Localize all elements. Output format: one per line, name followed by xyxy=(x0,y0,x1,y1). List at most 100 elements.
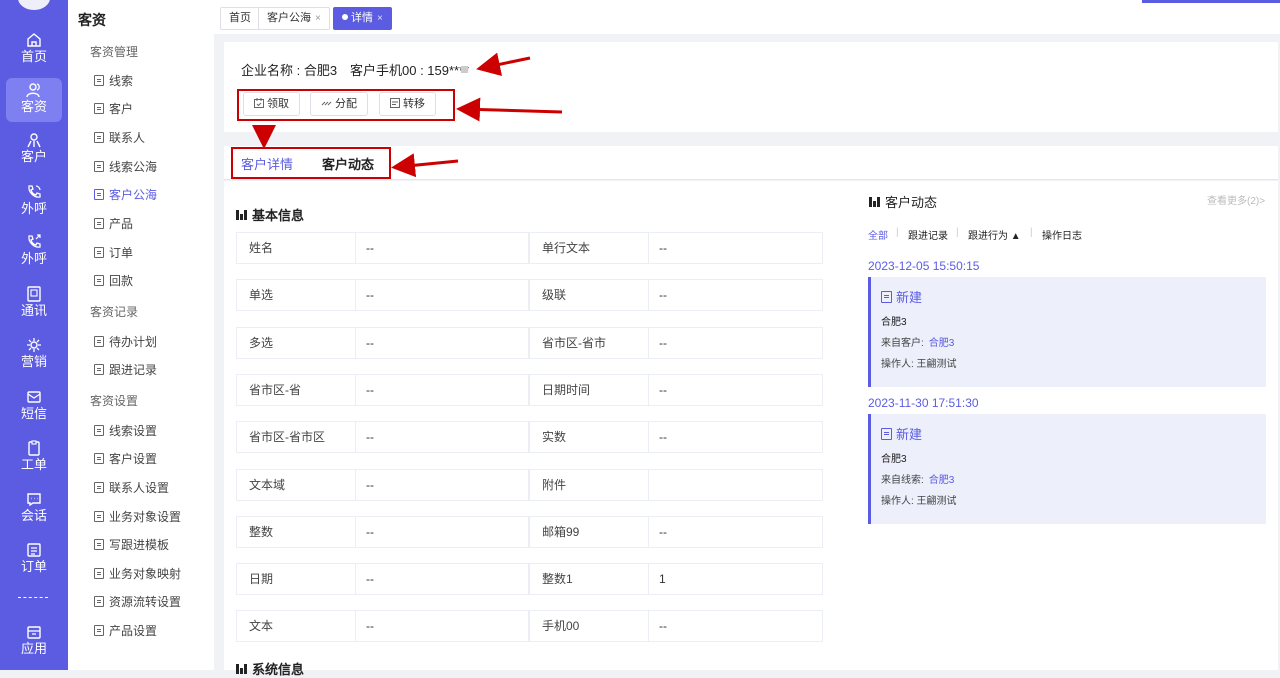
sidebar-item-lead-pool[interactable]: 线索公海 xyxy=(94,158,157,175)
system-info-title: 系统信息 xyxy=(236,659,304,678)
activity-source: 来自客户: 合肥3 xyxy=(881,334,954,349)
document-icon xyxy=(94,539,104,550)
rail-item-ticket[interactable]: 工单 xyxy=(6,436,62,480)
document-icon xyxy=(94,161,104,172)
sidebar-item-label: 联系人设置 xyxy=(109,481,170,495)
filter-followups[interactable]: 跟进记录 xyxy=(908,227,948,242)
close-icon[interactable]: × xyxy=(377,13,383,24)
tab-home[interactable]: 首页 xyxy=(220,7,260,30)
sidebar-item-followups[interactable]: 跟进记录 xyxy=(94,361,157,378)
rail-item-call-1[interactable]: 外呼 xyxy=(6,180,62,224)
customer-phone: 客户手机00 : 159**** xyxy=(350,63,470,78)
field-value: -- xyxy=(355,610,529,643)
rail-item-apps[interactable]: 应用 xyxy=(6,620,62,664)
rail-item-marketing[interactable]: 营销 xyxy=(6,333,62,377)
rail-label: 通讯 xyxy=(20,303,47,318)
sidebar-item-products[interactable]: 产品 xyxy=(94,215,133,232)
sidebar-item-contacts[interactable]: 联系人 xyxy=(94,129,145,146)
sidebar-item-lead-settings[interactable]: 线索设置 xyxy=(94,422,157,439)
rail-item-home[interactable]: 首页 xyxy=(6,28,62,72)
annotation-box-tabs xyxy=(231,147,391,179)
field-value: -- xyxy=(355,421,529,454)
rail-item-sms[interactable]: 短信 xyxy=(6,385,62,429)
document-icon xyxy=(94,511,104,522)
sidebar-item-label: 产品 xyxy=(109,217,134,231)
field-label: 省市区-省市区 xyxy=(236,421,356,454)
rail-divider xyxy=(18,597,48,599)
sidebar-item-contact-settings[interactable]: 联系人设置 xyxy=(94,479,169,496)
filter-logs[interactable]: 操作日志 xyxy=(1042,227,1082,242)
activity-source-link[interactable]: 合肥3 xyxy=(929,338,955,349)
section-title-text: 系统信息 xyxy=(252,662,305,677)
close-icon[interactable]: × xyxy=(315,13,321,24)
rail-label: 会话 xyxy=(20,508,47,523)
sidebar-item-label: 待办计划 xyxy=(109,335,158,349)
rail-item-contacts[interactable]: 通讯 xyxy=(6,282,62,326)
rail-item-customer[interactable]: 客户 xyxy=(6,128,62,172)
sidebar-item-label: 资源流转设置 xyxy=(109,595,182,609)
document-icon xyxy=(881,290,892,303)
ticket-icon xyxy=(28,440,40,456)
activity-type: 新建 xyxy=(881,424,922,443)
sidebar-item-resource-flow[interactable]: 资源流转设置 xyxy=(94,593,181,610)
activity-type-text: 新建 xyxy=(896,427,923,442)
filter-behavior[interactable]: 跟进行为 ▲ xyxy=(968,227,1021,242)
activity-name: 合肥3 xyxy=(881,454,907,465)
activity-source-label: 来自客户: xyxy=(881,338,924,349)
sidebar-item-customer-settings[interactable]: 客户设置 xyxy=(94,450,157,467)
field-label: 姓名 xyxy=(236,232,356,264)
field-label: 单行文本 xyxy=(529,232,649,264)
rail-item-leads[interactable]: 客资 xyxy=(6,78,62,122)
filter-divider: | xyxy=(956,227,959,238)
field-value: -- xyxy=(648,279,823,312)
document-icon xyxy=(94,596,104,607)
field-label: 整数1 xyxy=(529,563,649,596)
tab-customer-pool[interactable]: 客户公海 × xyxy=(258,7,330,30)
page-tabs-bar: 首页 客户公海 × 详情 × xyxy=(214,0,1280,34)
field-value: -- xyxy=(355,279,529,312)
marketing-icon xyxy=(27,338,41,352)
sidebar-item-customers[interactable]: 客户 xyxy=(94,100,133,117)
document-icon xyxy=(94,218,104,229)
sidebar-item-leads[interactable]: 线索 xyxy=(94,72,133,89)
tab-detail[interactable]: 详情 × xyxy=(333,7,392,30)
rail-item-order[interactable]: 订单 xyxy=(6,538,62,582)
order-icon xyxy=(27,543,41,557)
filter-divider: | xyxy=(896,227,899,238)
sidebar-item-customer-pool[interactable]: 客户公海 xyxy=(94,186,157,203)
sidebar-item-label: 写跟进模板 xyxy=(109,538,170,552)
sidebar-item-followup-template[interactable]: 写跟进模板 xyxy=(94,536,169,553)
activity-card: 新建 合肥3 来自线索: 合肥3 操作人: 王翩测试 xyxy=(868,414,1266,524)
sidebar-item-orders[interactable]: 订单 xyxy=(94,244,133,261)
filter-all[interactable]: 全部 xyxy=(868,227,888,242)
company-name: 企业名称 : 合肥3 xyxy=(241,63,338,78)
field-label: 附件 xyxy=(529,468,649,501)
activity-source-label: 来自线索: xyxy=(881,475,924,486)
sidebar-group-title: 客资管理 xyxy=(90,45,139,59)
field-label: 日期 xyxy=(236,563,356,596)
sidebar-group-title: 客资设置 xyxy=(90,394,139,408)
activity-source-link[interactable]: 合肥3 xyxy=(929,475,955,486)
rail-item-call-2[interactable]: 外呼 xyxy=(6,230,62,274)
sidebar-item-payments[interactable]: 回款 xyxy=(94,272,133,289)
reveal-phone-icon[interactable] xyxy=(461,66,468,73)
phone-call-icon xyxy=(28,185,41,198)
user-icon xyxy=(27,133,41,148)
sidebar-item-object-mapping[interactable]: 业务对象映射 xyxy=(94,565,181,582)
document-icon xyxy=(94,482,104,493)
sidebar-item-object-settings[interactable]: 业务对象设置 xyxy=(94,508,181,525)
document-icon xyxy=(94,336,104,347)
phone-out-icon xyxy=(28,234,41,248)
rail-label: 营销 xyxy=(20,354,47,369)
document-icon xyxy=(94,103,104,114)
document-icon xyxy=(94,75,104,86)
activity-source: 来自线索: 合肥3 xyxy=(881,471,954,486)
sidebar-item-todo[interactable]: 待办计划 xyxy=(94,333,157,350)
sidebar-item-product-settings[interactable]: 产品设置 xyxy=(94,622,157,639)
rail-item-chat[interactable]: 会话 xyxy=(6,487,62,531)
document-icon xyxy=(94,425,104,436)
field-label: 省市区-省市 xyxy=(529,326,649,359)
section-title-text: 客户动态 xyxy=(885,195,938,210)
field-value: 1 xyxy=(648,563,823,596)
view-more-link[interactable]: 查看更多(2)> xyxy=(1207,192,1265,207)
